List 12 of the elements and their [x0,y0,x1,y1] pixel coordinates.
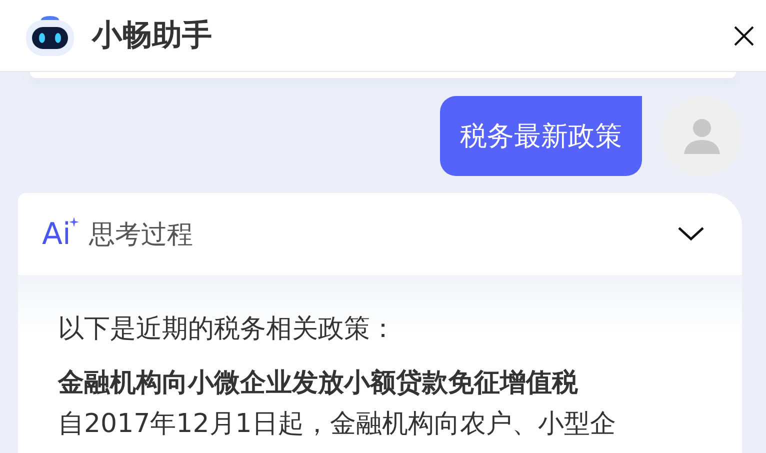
ai-logo: Ai [42,216,71,252]
close-icon[interactable] [734,26,754,46]
app-title: 小畅助手 [92,17,213,55]
answer-heading: 金融机构向小微企业发放小额贷款免征增值税 [58,366,579,400]
thinking-label: 思考过程 [88,218,194,252]
thinking-toggle[interactable]: Ai 思考过程 [18,193,742,275]
answer-text: 以下是近期的税务相关政策： [58,313,397,346]
sparkle-icon [68,217,79,227]
chevron-icon[interactable] [678,227,704,241]
answer-text: 自2017年12月1日起，金融机构向农户、小型企 [58,408,617,442]
user-message: 税务最新政策 [440,96,642,176]
robot-logo-icon [24,14,76,58]
